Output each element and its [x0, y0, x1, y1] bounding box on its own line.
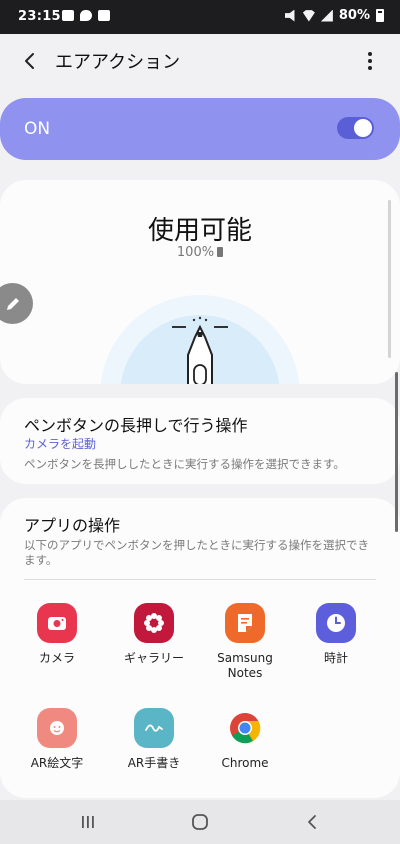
more-vert-icon	[368, 52, 372, 56]
notification-icons	[62, 10, 110, 21]
status-bar: 23:15 80%	[0, 0, 400, 34]
pen-button-action-card[interactable]: ペンボタンの長押しで行う操作 カメラを起動 ペンボタンを長押ししたときに実行する…	[0, 398, 400, 484]
pencil-icon	[6, 297, 19, 310]
app-actions-title: アプリの操作	[24, 516, 121, 535]
pen-button-description: ペンボタンを長押ししたときに実行する操作を選択できます。	[24, 457, 345, 471]
gallery-icon	[134, 603, 174, 643]
image-icon	[62, 10, 74, 21]
pen-status-card: 使用可能 100%	[0, 180, 400, 384]
nav-back-icon	[308, 815, 316, 829]
battery-icon	[376, 9, 384, 22]
divider	[24, 579, 376, 580]
home-icon	[192, 814, 208, 830]
air-action-master-toggle[interactable]: ON	[0, 98, 400, 160]
system-navigation-bar	[0, 800, 400, 844]
app-item-clock[interactable]: 時計	[291, 603, 381, 666]
page-scrollbar[interactable]	[395, 372, 398, 532]
pen-battery-value: 100%	[176, 245, 215, 260]
ar-doodle-icon	[134, 708, 174, 748]
app-item-chrome[interactable]: Chrome	[200, 708, 290, 771]
camera-icon	[37, 603, 77, 643]
ar-emoji-icon	[37, 708, 77, 748]
back-button[interactable]	[16, 47, 44, 75]
youtube-icon	[98, 10, 110, 21]
message-icon	[80, 10, 92, 21]
switch-knob	[354, 119, 372, 137]
toggle-label: ON	[24, 119, 51, 139]
samsung-notes-icon	[225, 603, 265, 643]
app-label-clock: 時計	[323, 651, 348, 665]
app-item-samsung-notes[interactable]: Samsung Notes	[200, 603, 290, 681]
app-actions-description: 以下のアプリでペンボタンを押したときに実行する操作を選択できます。	[24, 538, 369, 567]
nav-back-button[interactable]	[292, 808, 332, 836]
app-item-ar-doodle[interactable]: AR手書き	[109, 708, 199, 771]
app-label-ar-doodle: AR手書き	[127, 756, 181, 770]
pen-battery: 100%	[0, 245, 400, 260]
app-label-chrome: Chrome	[221, 756, 269, 770]
pen-button-title: ペンボタンの長押しで行う操作	[24, 416, 248, 435]
signal-icon	[320, 9, 333, 22]
system-icons: 80%	[284, 8, 384, 23]
status-time: 23:15	[18, 9, 61, 24]
app-item-gallery[interactable]: ギャラリー	[109, 603, 199, 666]
wifi-icon	[302, 10, 315, 22]
toggle-switch[interactable]	[337, 117, 374, 139]
app-item-ar-emoji[interactable]: AR絵文字	[12, 708, 102, 771]
back-chevron-icon	[25, 53, 34, 69]
card-scrollbar[interactable]	[388, 200, 391, 358]
clock-icon	[316, 603, 356, 643]
recent-apps-icon	[82, 816, 94, 828]
page-title: エアアクション	[55, 52, 181, 73]
mute-icon	[284, 9, 295, 22]
app-bar: エアアクション	[0, 34, 400, 88]
app-label-ar-emoji: AR絵文字	[30, 756, 84, 770]
app-label-samsung-notes: Samsung Notes	[217, 651, 273, 680]
home-button[interactable]	[180, 808, 220, 836]
app-label-camera: カメラ	[38, 651, 75, 665]
pen-button-current-action: カメラを起動	[24, 437, 97, 451]
app-label-gallery: ギャラリー	[123, 651, 184, 665]
s-pen-illustration	[172, 316, 228, 384]
pen-battery-icon	[217, 247, 224, 257]
recent-apps-button[interactable]	[68, 808, 108, 836]
more-options-button[interactable]	[358, 48, 382, 74]
pen-status-title: 使用可能	[147, 216, 252, 246]
chrome-icon	[225, 708, 265, 748]
app-actions-card: アプリの操作 以下のアプリでペンボタンを押したときに実行する操作を選択できます。…	[0, 498, 400, 798]
battery-percent: 80%	[338, 8, 370, 23]
app-item-camera[interactable]: カメラ	[12, 603, 102, 666]
